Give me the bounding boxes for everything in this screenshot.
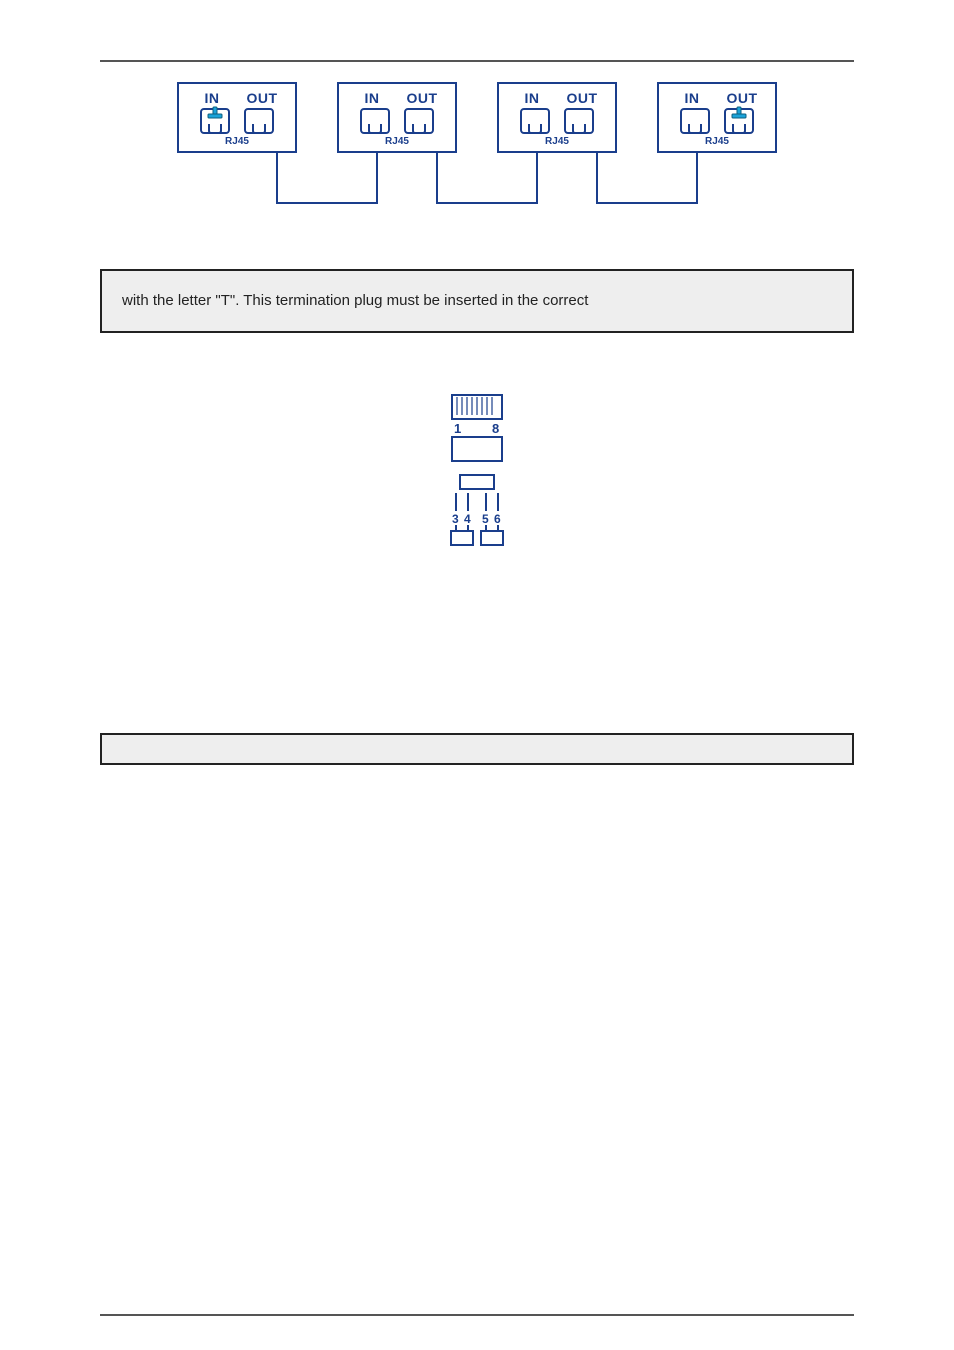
unit-labels: IN OUT (352, 90, 442, 106)
jack-opening (732, 124, 746, 134)
jack-in (200, 108, 230, 134)
top-rule (100, 60, 854, 62)
unit-3: IN OUT RJ45 (497, 82, 617, 153)
termination-plug-schematic: 1 8 3 4 5 6 (100, 393, 854, 553)
note-text: with the letter "T". This termination pl… (122, 289, 832, 313)
unit-labels: IN OUT (512, 90, 602, 106)
terminator-plug-icon (206, 106, 224, 124)
unit-labels: IN OUT (672, 90, 762, 106)
rj45-label: RJ45 (705, 136, 729, 147)
cable-connections (157, 153, 797, 233)
note-box: with the letter "T". This termination pl… (100, 269, 854, 333)
rj45-label: RJ45 (385, 136, 409, 147)
unit-4: IN OUT RJ45 (657, 82, 777, 153)
label-out: OUT (722, 90, 762, 106)
pin-1-label: 1 (454, 421, 461, 436)
daisy-chain-diagram: IN OUT RJ45 IN (100, 82, 854, 153)
label-in: IN (672, 90, 712, 106)
jack-row (520, 108, 594, 134)
pin-8-label: 8 (492, 421, 499, 436)
label-out: OUT (402, 90, 442, 106)
unit-1: IN OUT RJ45 (177, 82, 297, 153)
jack-in (360, 108, 390, 134)
label-in: IN (352, 90, 392, 106)
unit-labels: IN OUT (192, 90, 282, 106)
jack-out (404, 108, 434, 134)
jack-row (680, 108, 754, 134)
unit-2: IN OUT RJ45 (337, 82, 457, 153)
bottom-rule (100, 1314, 854, 1316)
svg-text:5: 5 (482, 512, 489, 526)
rj45-label: RJ45 (225, 136, 249, 147)
rj45-label: RJ45 (545, 136, 569, 147)
jack-opening (208, 124, 222, 134)
jack-out (724, 108, 754, 134)
jack-row (200, 108, 274, 134)
jack-in (680, 108, 710, 134)
jack-row (360, 108, 434, 134)
jack-out (244, 108, 274, 134)
jack-out (564, 108, 594, 134)
svg-text:6: 6 (494, 512, 501, 526)
label-in: IN (512, 90, 552, 106)
jack-in (520, 108, 550, 134)
terminator-plug-icon (730, 106, 748, 124)
empty-note-box (100, 733, 854, 765)
svg-text:4: 4 (464, 512, 471, 526)
label-out: OUT (562, 90, 602, 106)
label-out: OUT (242, 90, 282, 106)
footer (100, 1284, 854, 1316)
label-in: IN (192, 90, 232, 106)
svg-text:3: 3 (452, 512, 459, 526)
